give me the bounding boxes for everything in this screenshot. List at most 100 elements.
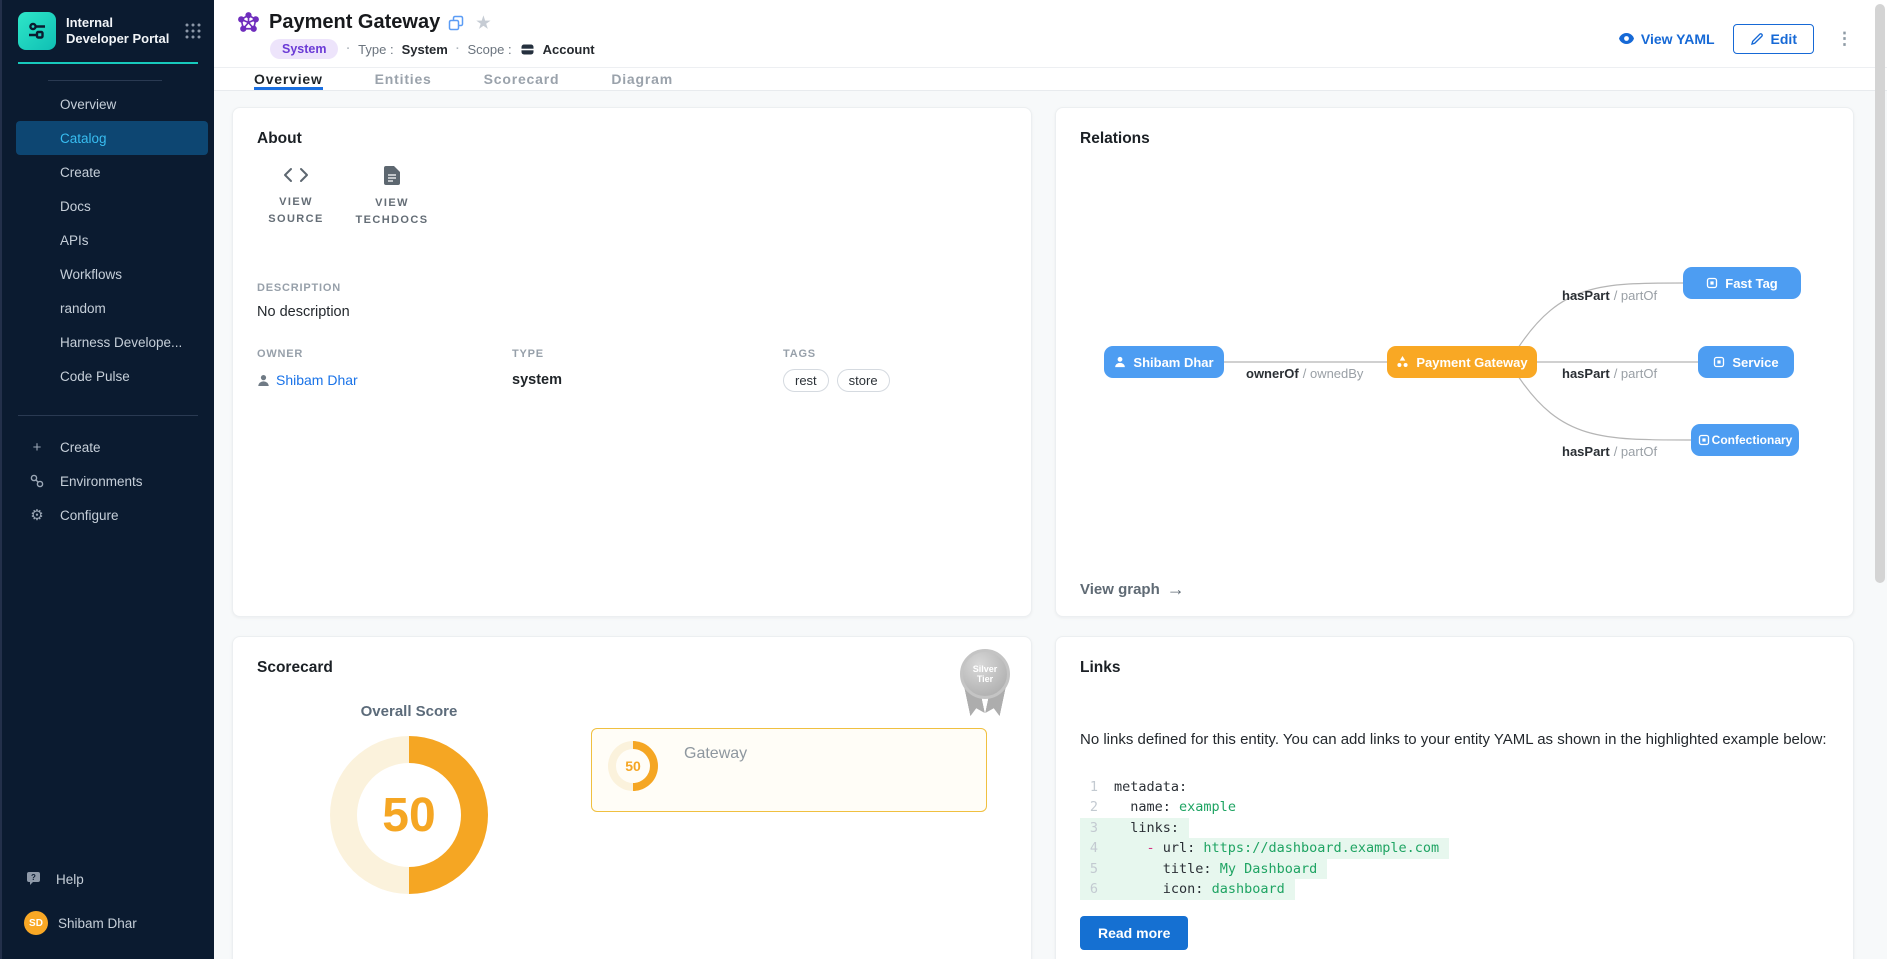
sidebar-item-create[interactable]: Create xyxy=(16,155,208,189)
owner-name: Shibam Dhar xyxy=(276,372,358,388)
tag-chip: store xyxy=(837,369,890,392)
tier-badge-label: Silver Tier xyxy=(969,664,1001,685)
sidebar-action-create[interactable]: + Create xyxy=(2,430,214,464)
user-menu[interactable]: SD Shibam Dhar xyxy=(2,897,214,941)
brand-header: Internal Developer Portal xyxy=(2,0,214,60)
type-value: System xyxy=(402,42,448,57)
read-more-button[interactable]: Read more xyxy=(1080,916,1188,950)
document-icon xyxy=(384,166,400,185)
sidebar-nav: Overview Catalog Create Docs APIs Workfl… xyxy=(2,87,214,393)
node-label: Shibam Dhar xyxy=(1133,355,1213,370)
module-grid-icon[interactable] xyxy=(184,22,202,40)
view-yaml-button[interactable]: View YAML xyxy=(1618,31,1715,47)
type-field-value: system xyxy=(512,372,783,388)
pencil-icon xyxy=(1750,32,1764,46)
system-icon xyxy=(1396,356,1409,368)
relation-node-fast-tag[interactable]: Fast Tag xyxy=(1683,267,1801,299)
view-source-label: VIEW SOURCE xyxy=(257,194,335,227)
type-field-label: TYPE xyxy=(512,348,783,360)
node-label: Confectionary xyxy=(1712,433,1793,447)
nav-divider xyxy=(48,80,162,81)
description-label: DESCRIPTION xyxy=(257,282,1007,294)
sidebar-item-overview[interactable]: Overview xyxy=(16,87,208,121)
relation-node-shibam-dhar[interactable]: Shibam Dhar xyxy=(1104,346,1224,378)
sidebar: Internal Developer Portal Overview Catal… xyxy=(0,0,214,959)
edge-label-haspart-mid: hasPart/ partOf xyxy=(1562,366,1657,381)
tag-chip: rest xyxy=(783,369,829,392)
component-chip-icon xyxy=(1698,434,1710,446)
tab-diagram[interactable]: Diagram xyxy=(611,68,673,90)
links-empty-text: No links defined for this entity. You ca… xyxy=(1080,729,1829,751)
sidebar-item-apis[interactable]: APIs xyxy=(16,223,208,257)
kind-badge: System xyxy=(270,39,338,59)
avatar: SD xyxy=(24,911,48,935)
plus-icon: + xyxy=(28,439,46,456)
type-label: Type : xyxy=(358,42,393,57)
sidebar-item-docs[interactable]: Docs xyxy=(16,189,208,223)
sidebar-item-catalog[interactable]: Catalog xyxy=(16,121,208,155)
dot-separator: · xyxy=(346,43,350,55)
tab-overview[interactable]: Overview xyxy=(254,68,323,90)
tab-scorecard[interactable]: Scorecard xyxy=(484,68,560,90)
help-chat-icon: ? xyxy=(26,871,44,887)
view-graph-link[interactable]: View graph → xyxy=(1080,579,1185,600)
relation-node-confectionary[interactable]: Confectionary xyxy=(1691,424,1799,456)
help-button[interactable]: ? Help xyxy=(2,861,214,897)
relations-graph: Shibam Dhar Payment Gateway Fast Tag Ser… xyxy=(1056,108,1853,616)
eye-icon xyxy=(1618,32,1635,45)
favorite-star-icon[interactable]: ★ xyxy=(472,13,494,33)
overall-score-label: Overall Score xyxy=(330,703,488,720)
owner-link[interactable]: Shibam Dhar xyxy=(257,372,512,388)
svg-text:?: ? xyxy=(31,873,36,882)
edge-label-haspart-bottom: hasPart/ partOf xyxy=(1562,444,1657,459)
portal-logo-icon xyxy=(18,12,56,50)
system-kind-icon xyxy=(236,10,261,35)
tab-entities[interactable]: Entities xyxy=(375,68,432,90)
sidebar-item-code-pulse[interactable]: Code Pulse xyxy=(16,359,208,393)
brand-divider xyxy=(18,62,198,64)
overall-score-value: 50 xyxy=(382,788,435,843)
owner-label: OWNER xyxy=(257,348,512,360)
more-options-icon[interactable]: ⋮ xyxy=(1832,29,1857,49)
tier-badge: Silver Tier xyxy=(959,649,1011,719)
sidebar-action-environments[interactable]: Environments xyxy=(2,464,214,498)
nav-divider xyxy=(18,415,198,416)
overall-score-donut: 50 xyxy=(330,736,488,894)
node-label: Payment Gateway xyxy=(1416,355,1527,370)
relation-node-payment-gateway[interactable]: Payment Gateway xyxy=(1387,346,1537,378)
view-yaml-label: View YAML xyxy=(1641,31,1715,47)
relations-card: Relations Shibam Dhar Payment Gate xyxy=(1055,107,1854,617)
dot-separator: · xyxy=(456,43,460,55)
entity-tabs: Overview Entities Scorecard Diagram xyxy=(214,68,1887,91)
sidebar-item-workflows[interactable]: Workflows xyxy=(16,257,208,291)
code-line-highlighted: 4 - url: https://dashboard.example.com xyxy=(1080,838,1829,859)
scorecard-card: Scorecard Silver Tier Overall Score 50 xyxy=(232,636,1032,959)
scorecard-gateway-card[interactable]: 50 Gateway xyxy=(591,728,987,812)
arrow-right-icon: → xyxy=(1167,579,1185,600)
edge-label-haspart-top: hasPart/ partOf xyxy=(1562,288,1657,303)
sidebar-action-configure[interactable]: ⚙ Configure xyxy=(2,498,214,532)
sidebar-action-label: Create xyxy=(60,440,101,455)
app-root: Internal Developer Portal Overview Catal… xyxy=(0,0,1887,959)
sidebar-item-random[interactable]: random xyxy=(16,291,208,325)
vertical-scrollbar[interactable] xyxy=(1875,4,1885,583)
node-label: Fast Tag xyxy=(1725,276,1778,291)
about-title: About xyxy=(257,130,1007,148)
gateway-score-value: 50 xyxy=(625,758,641,774)
page-title: Payment Gateway xyxy=(269,11,440,34)
edge-label-ownerof: ownerOf/ ownedBy xyxy=(1246,366,1363,381)
environments-icon xyxy=(28,473,46,489)
edit-button[interactable]: Edit xyxy=(1733,24,1814,54)
description-value: No description xyxy=(257,304,1007,320)
entity-header: Payment Gateway ★ System · Type : System… xyxy=(214,0,1887,68)
code-icon xyxy=(283,166,309,184)
code-line: 1metadata: xyxy=(1080,777,1829,798)
sidebar-action-label: Configure xyxy=(60,508,119,523)
copy-icon[interactable] xyxy=(448,15,464,31)
yaml-example-code: 1metadata: 2 name: example 3 links: 4 - … xyxy=(1080,777,1829,900)
sidebar-item-harness-developer[interactable]: Harness Develope... xyxy=(16,325,208,359)
view-techdocs-button[interactable]: VIEW TECHDOCS xyxy=(353,166,431,228)
brand-title: Internal Developer Portal xyxy=(66,15,174,48)
relation-node-service[interactable]: Service xyxy=(1698,346,1794,378)
view-source-button[interactable]: VIEW SOURCE xyxy=(257,166,335,228)
